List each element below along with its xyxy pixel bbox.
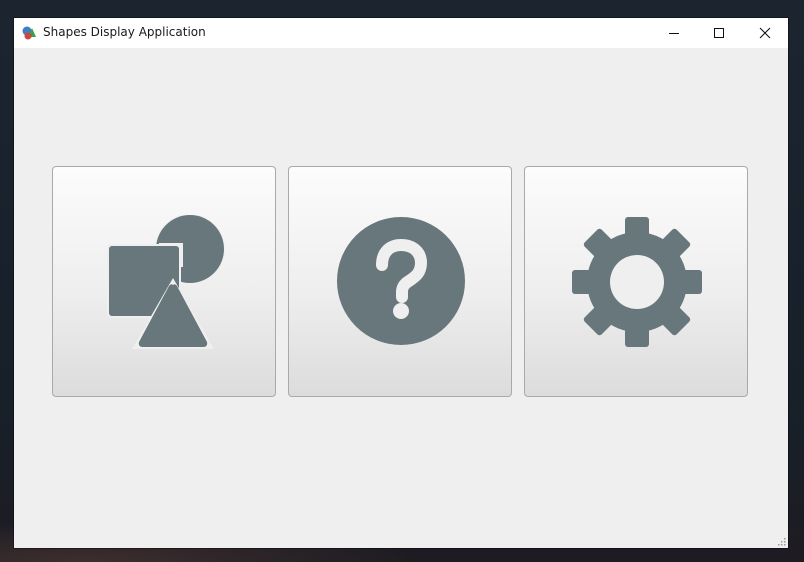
minimize-button[interactable] (651, 18, 697, 48)
window-title: Shapes Display Application (43, 25, 206, 39)
question-mark-icon (337, 217, 465, 345)
close-icon (759, 27, 771, 39)
minimize-icon (669, 33, 679, 34)
gear-icon (572, 217, 702, 347)
resize-grip[interactable] (776, 536, 786, 546)
help-button[interactable] (288, 166, 512, 397)
title-bar[interactable]: Shapes Display Application (14, 18, 788, 48)
app-window: Shapes Display Application (14, 18, 788, 548)
shapes-button[interactable] (52, 166, 276, 397)
settings-button[interactable] (524, 166, 748, 397)
shapes-app-icon (22, 26, 36, 40)
close-button[interactable] (742, 18, 788, 48)
maximize-icon (714, 28, 724, 38)
maximize-button[interactable] (696, 18, 742, 48)
shapes-icon (107, 215, 225, 349)
